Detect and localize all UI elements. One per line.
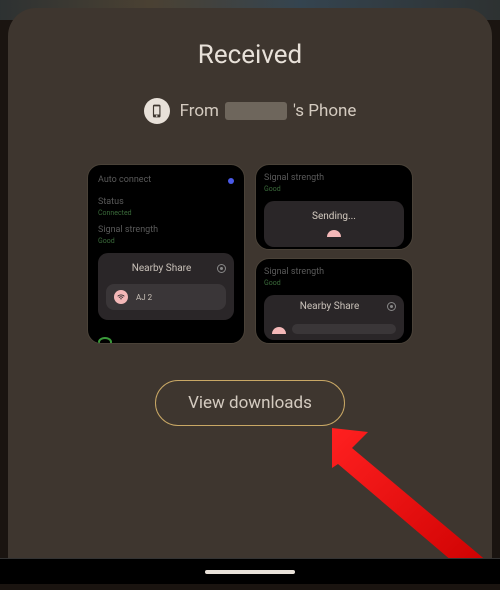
avatar-peek-icon (272, 327, 286, 334)
preview-label: Auto connect (98, 175, 151, 185)
preview-item[interactable]: Signal strength Good Sending... (255, 164, 413, 250)
preview-grid: Auto connect Status Connected Signal str… (87, 164, 413, 344)
from-suffix: 's Phone (293, 101, 356, 121)
preview-value: Good (264, 279, 404, 287)
phone-icon (144, 98, 170, 124)
sending-text: Sending... (274, 211, 394, 222)
from-prefix: From (180, 101, 219, 121)
circle-peek-icon (98, 337, 112, 344)
gear-icon (217, 264, 226, 273)
toggle-dot-icon (228, 178, 234, 184)
avatar-peek-icon (327, 230, 341, 237)
preview-item[interactable]: Signal strength Good Nearby Share (255, 258, 413, 344)
nearby-share-panel: Nearby Share (264, 295, 404, 340)
preview-value: Connected (98, 209, 234, 217)
view-downloads-button[interactable]: View downloads (155, 380, 345, 426)
from-row: From 's Phone (144, 98, 357, 124)
preview-label: Status (98, 197, 234, 207)
device-bar (292, 324, 396, 334)
preview-label: Signal strength (264, 173, 404, 183)
received-sheet: Received From 's Phone Auto connect Stat… (8, 8, 492, 584)
sending-panel: Sending... (264, 201, 404, 247)
device-name: AJ 2 (136, 293, 152, 302)
nav-handle[interactable] (205, 570, 295, 574)
preview-value: Good (264, 185, 404, 193)
wifi-icon (114, 290, 128, 304)
device-chip: AJ 2 (106, 284, 226, 310)
nearby-share-title: Nearby Share (106, 263, 217, 274)
masked-name (225, 102, 287, 120)
preview-item[interactable]: Auto connect Status Connected Signal str… (87, 164, 245, 344)
from-text: From 's Phone (180, 101, 357, 121)
nearby-share-panel: Nearby Share AJ 2 (98, 253, 234, 320)
page-title: Received (198, 40, 302, 70)
nearby-share-title: Nearby Share (272, 301, 387, 312)
preview-label: Signal strength (264, 267, 404, 277)
preview-value: Good (98, 237, 234, 245)
gear-icon (387, 302, 396, 311)
preview-label: Signal strength (98, 225, 234, 235)
system-nav-bar (0, 558, 500, 584)
